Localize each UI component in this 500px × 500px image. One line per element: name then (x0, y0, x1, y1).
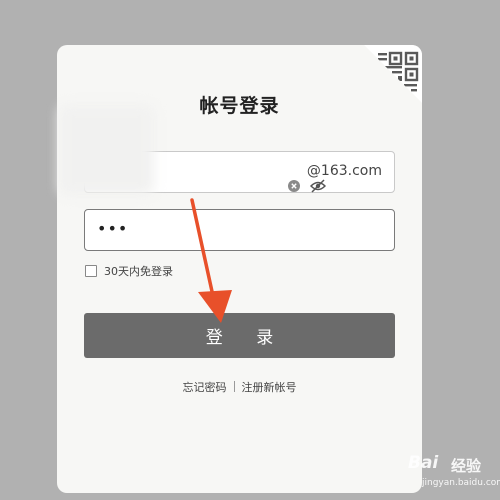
privacy-blur (59, 105, 154, 195)
watermark-text: 经验 (451, 457, 482, 475)
forgot-password-link[interactable]: 忘记密码 (183, 381, 227, 394)
footer-links: 忘记密码 注册新帐号 (57, 379, 422, 395)
register-link[interactable]: 注册新帐号 (242, 381, 297, 394)
remember-me[interactable]: 30天内免登录 (85, 263, 173, 279)
link-divider (233, 381, 235, 392)
eye-slash-icon[interactable] (310, 179, 326, 193)
password-value: ••• (97, 219, 129, 238)
email-suffix: @163.com (306, 163, 382, 179)
login-button[interactable]: 登 录 (84, 313, 395, 358)
clear-icon[interactable] (288, 180, 300, 192)
remember-label: 30天内免登录 (104, 265, 173, 278)
password-input[interactable]: ••• (84, 209, 395, 251)
watermark-url: jingyan.baidu.com (422, 478, 500, 488)
watermark-brand: Bai (408, 453, 439, 473)
remember-checkbox[interactable] (85, 265, 97, 277)
